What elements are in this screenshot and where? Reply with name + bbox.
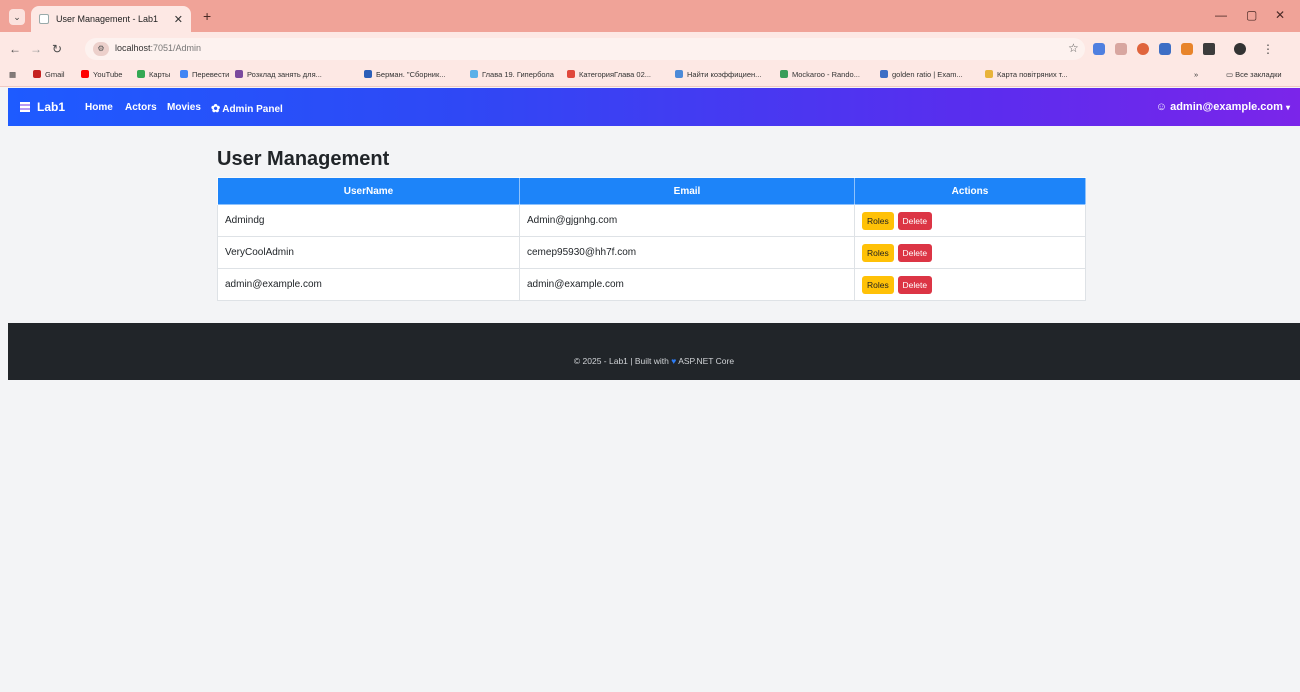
url-text[interactable]: localhost:7051/Admin xyxy=(115,43,201,53)
restore-icon[interactable]: ▢ xyxy=(1246,8,1257,22)
users-table: UserName Email Actions Admindg Admin@gjg… xyxy=(217,177,1086,301)
back-icon[interactable]: ← xyxy=(9,42,21,56)
column-header-actions: Actions xyxy=(854,177,1086,205)
heart-icon: ♥ xyxy=(671,356,677,366)
site-info-icon[interactable]: ⚙ xyxy=(93,42,109,56)
menu-kebab-icon[interactable]: ⋮ xyxy=(1262,42,1274,56)
bookmark-item[interactable]: Карты xyxy=(137,70,170,79)
all-bookmarks-folder[interactable]: ▭ Все закладки xyxy=(1226,70,1282,79)
bookmark-item[interactable]: YouTube xyxy=(81,70,122,79)
table-header-row: UserName Email Actions xyxy=(217,177,1086,205)
more-bookmarks-icon[interactable]: » xyxy=(1194,70,1198,79)
gmail-icon xyxy=(33,70,41,78)
nav-actors[interactable]: Actors xyxy=(125,102,157,113)
reload-icon[interactable]: ↻ xyxy=(52,42,62,56)
bookmark-item[interactable]: Mockaroo - Rando... xyxy=(780,70,860,79)
category-icon xyxy=(567,70,575,78)
window-close-icon[interactable]: ✕ xyxy=(1275,8,1285,22)
book-icon xyxy=(364,70,372,78)
nav-home[interactable]: Home xyxy=(85,102,113,113)
brand-link[interactable]: Lab1 xyxy=(20,100,65,114)
folder-icon: ▭ xyxy=(1226,70,1236,79)
browser-tab[interactable]: User Management - Lab1 ✕ xyxy=(31,6,191,32)
user-dropdown[interactable]: ☺ admin@example.com ▾ xyxy=(1156,101,1290,113)
email-cell: Admin@gjgnhg.com xyxy=(519,204,855,237)
column-header-username: UserName xyxy=(217,177,520,205)
youtube-icon xyxy=(81,70,89,78)
table-row: admin@example.com admin@example.com Role… xyxy=(217,268,1086,301)
page-title: User Management xyxy=(217,148,390,170)
address-bar[interactable] xyxy=(85,38,1085,60)
minimize-icon[interactable]: — xyxy=(1215,8,1227,22)
forward-icon[interactable]: → xyxy=(30,42,42,56)
user-circle-icon: ☺ xyxy=(1155,101,1168,113)
bookmark-star-icon[interactable]: ☆ xyxy=(1068,41,1079,55)
gear-icon: ✿ xyxy=(211,103,221,115)
bookmark-item[interactable]: Gmail xyxy=(33,70,65,79)
tab-title: User Management - Lab1 xyxy=(56,14,159,24)
schedule-icon xyxy=(235,70,243,78)
delete-button[interactable]: Delete xyxy=(897,211,933,230)
username-cell: admin@example.com xyxy=(217,268,520,301)
maps-icon xyxy=(137,70,145,78)
roles-button[interactable]: Roles xyxy=(862,211,894,230)
extensions-puzzle-icon[interactable] xyxy=(1203,43,1215,55)
tab-close-icon[interactable]: ✕ xyxy=(174,13,183,26)
site-footer: © 2025 - Lab1 | Built with ♥ ASP.NET Cor… xyxy=(8,323,1300,380)
table-row: VeryCoolAdmin cemep95930@hh7f.com Roles … xyxy=(217,236,1086,269)
bookmark-item[interactable]: КатегорияГлава 02... xyxy=(567,70,651,79)
profile-avatar-icon[interactable] xyxy=(1234,43,1246,55)
apps-grid-icon[interactable]: ▦ xyxy=(9,70,16,79)
extension-shield-icon[interactable] xyxy=(1159,43,1171,55)
bookmark-item[interactable]: golden ratio | Exam... xyxy=(880,70,963,79)
username-cell: Admindg xyxy=(217,204,520,237)
extension-icon[interactable] xyxy=(1137,43,1149,55)
translate-icon xyxy=(180,70,188,78)
map-folder-icon xyxy=(985,70,993,78)
actions-cell: Roles Delete xyxy=(854,268,1086,301)
username-cell: VeryCoolAdmin xyxy=(217,236,520,269)
extension-metamask-icon[interactable] xyxy=(1181,43,1193,55)
actions-cell: Roles Delete xyxy=(854,204,1086,237)
exam-icon xyxy=(880,70,888,78)
page-favicon-icon xyxy=(39,14,49,24)
extension-icon[interactable] xyxy=(1115,43,1127,55)
delete-button[interactable]: Delete xyxy=(897,243,933,262)
roles-button[interactable]: Roles xyxy=(862,275,894,294)
browser-tab-strip xyxy=(0,0,1300,32)
extension-translate-icon[interactable] xyxy=(1093,43,1105,55)
bookmark-item[interactable]: Карта повітряних т... xyxy=(985,70,1068,79)
bookmark-item[interactable]: Глава 19. Гипербола xyxy=(470,70,554,79)
app-navbar: Lab1 Home Actors Movies ✿ Admin Panel ☺ a… xyxy=(8,88,1300,126)
bookmark-item[interactable]: Перевести xyxy=(180,70,229,79)
nav-admin-panel[interactable]: ✿ Admin Panel xyxy=(211,102,283,115)
bookmark-item[interactable]: Найти коэффициен... xyxy=(675,70,761,79)
tab-search-icon[interactable]: ⌄ xyxy=(9,9,25,25)
diamond-icon xyxy=(470,70,478,78)
email-cell: cemep95930@hh7f.com xyxy=(519,236,855,269)
table-row: Admindg Admin@gjgnhg.com Roles Delete xyxy=(217,204,1086,237)
film-icon xyxy=(20,102,30,112)
footer-tech: ASP.NET Core xyxy=(678,356,735,366)
bookmark-item[interactable]: Берман. "Сборник... xyxy=(364,70,445,79)
bookmark-item[interactable]: Розклад занять для... xyxy=(235,70,322,79)
delete-button[interactable]: Delete xyxy=(897,275,933,294)
nav-movies[interactable]: Movies xyxy=(167,102,201,113)
new-tab-icon[interactable]: + xyxy=(203,8,211,24)
email-cell: admin@example.com xyxy=(519,268,855,301)
math-icon xyxy=(675,70,683,78)
column-header-email: Email xyxy=(519,177,855,205)
mockaroo-icon xyxy=(780,70,788,78)
actions-cell: Roles Delete xyxy=(854,236,1086,269)
footer-text: © 2025 - Lab1 | Built with xyxy=(573,356,669,366)
roles-button[interactable]: Roles xyxy=(862,243,894,262)
caret-down-icon: ▾ xyxy=(1285,103,1290,112)
